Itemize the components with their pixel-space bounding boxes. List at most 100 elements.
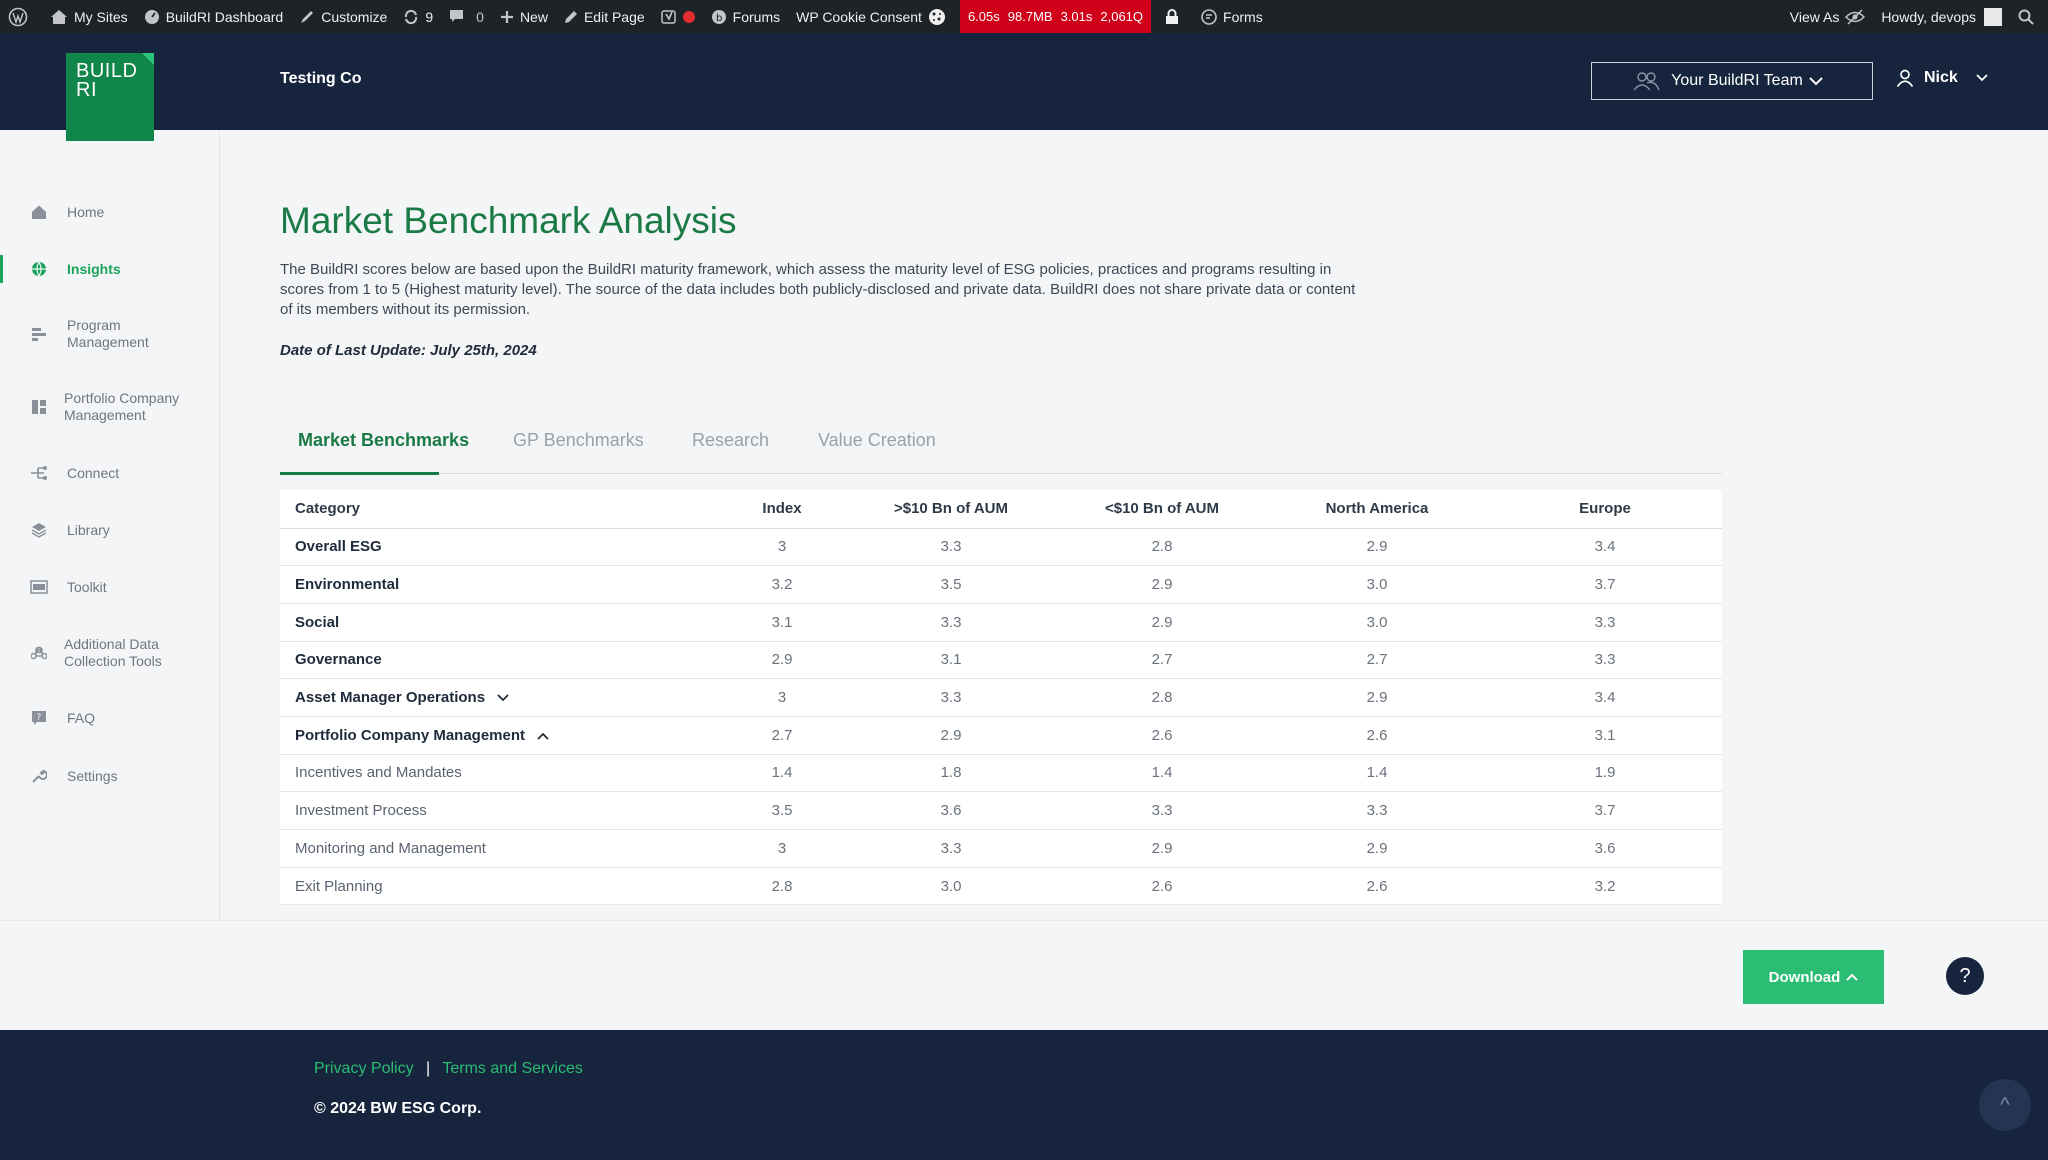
score-value: 3.5 bbox=[771, 802, 793, 820]
row-category: Monitoring and Management bbox=[280, 829, 720, 868]
company-name: Testing Co bbox=[280, 70, 362, 87]
sidebar-nav: Home Insights Program Management Portfol… bbox=[0, 130, 220, 920]
score-value: 1.4 bbox=[1151, 764, 1173, 782]
column-header: Index bbox=[720, 490, 844, 529]
chevron-down-icon[interactable] bbox=[497, 694, 509, 702]
brush-icon bbox=[301, 10, 314, 23]
admin-search-button[interactable] bbox=[2010, 0, 2048, 33]
score-value: 3.3 bbox=[1594, 613, 1616, 631]
my-sites-menu[interactable]: My Sites bbox=[42, 0, 136, 33]
row-value: 3.1 bbox=[844, 641, 1058, 680]
row-category: Exit Planning bbox=[280, 867, 720, 906]
row-category: Incentives and Mandates bbox=[280, 754, 720, 793]
table-row[interactable]: Portfolio Company Management 2.7 2.9 2.6 2.6… bbox=[280, 716, 1722, 755]
lock-menu[interactable] bbox=[1157, 0, 1193, 33]
row-value: 2.9 bbox=[844, 716, 1058, 755]
terms-link[interactable]: Terms and Services bbox=[442, 1060, 583, 1077]
comments-menu[interactable]: 0 bbox=[441, 0, 492, 33]
tab-research[interactable]: Research bbox=[692, 430, 769, 451]
row-value: 2.8 bbox=[1058, 678, 1266, 717]
avatar bbox=[1984, 7, 2002, 26]
row-value: 3.7 bbox=[1488, 791, 1722, 830]
updates-menu[interactable]: 9 bbox=[395, 0, 441, 33]
chevron-up-icon[interactable] bbox=[537, 732, 549, 740]
view-as-menu[interactable]: View As bbox=[1782, 0, 1874, 33]
plus-icon bbox=[500, 10, 513, 23]
logo-corner-accent bbox=[142, 53, 154, 65]
customize-menu[interactable]: Customize bbox=[291, 0, 395, 33]
score-value: 3.7 bbox=[1594, 576, 1616, 594]
score-value: 3.1 bbox=[1594, 726, 1616, 744]
row-value: 3.6 bbox=[844, 791, 1058, 830]
help-button[interactable]: ? bbox=[1946, 957, 1984, 995]
score-value: 1.9 bbox=[1594, 764, 1616, 782]
row-value: 2.8 bbox=[720, 867, 844, 906]
new-content-menu[interactable]: New bbox=[492, 0, 556, 33]
row-category: Portfolio Company Management bbox=[280, 716, 720, 755]
column-header: Category bbox=[280, 490, 720, 529]
score-value: 2.6 bbox=[1151, 877, 1173, 895]
tab-gp-benchmarks[interactable]: GP Benchmarks bbox=[513, 430, 644, 451]
table-row[interactable]: Asset Manager Operations 3 3.3 2.8 2.9 3.4 bbox=[280, 678, 1722, 717]
row-value: 3.6 bbox=[1488, 829, 1722, 868]
yoast-seo-menu[interactable] bbox=[653, 0, 703, 33]
download-button[interactable]: Download bbox=[1743, 950, 1884, 1004]
row-value: 1.9 bbox=[1488, 754, 1722, 793]
score-value: 3.1 bbox=[940, 651, 962, 669]
score-value: 1.8 bbox=[940, 764, 962, 782]
forums-menu[interactable]: b Forums bbox=[703, 0, 788, 33]
row-category: Overall ESG bbox=[280, 528, 720, 567]
score-value: 3 bbox=[777, 689, 787, 707]
category-label: Portfolio Company Management bbox=[295, 726, 526, 744]
row-category: Investment Process bbox=[280, 791, 720, 830]
score-value: 2.7 bbox=[1366, 651, 1388, 669]
your-team-dropdown[interactable]: Your BuildRI Team bbox=[1591, 62, 1873, 100]
privacy-policy-link[interactable]: Privacy Policy bbox=[314, 1060, 414, 1077]
row-value: 2.6 bbox=[1058, 867, 1266, 906]
dashboard-menu[interactable]: BuildRI Dashboard bbox=[136, 0, 292, 33]
score-value: 2.8 bbox=[1151, 689, 1173, 707]
row-value: 3 bbox=[720, 528, 844, 567]
row-value: 3.2 bbox=[1488, 867, 1722, 906]
account-menu[interactable]: Howdy, devops bbox=[1873, 0, 2010, 33]
cookie-consent-menu[interactable]: WP Cookie Consent bbox=[788, 0, 954, 33]
score-value: 2.9 bbox=[771, 651, 793, 669]
score-value: 2.7 bbox=[1151, 651, 1173, 669]
search-icon bbox=[2018, 9, 2034, 25]
category-label: Governance bbox=[295, 651, 382, 669]
row-value: 1.4 bbox=[1266, 754, 1488, 793]
forms-icon bbox=[1201, 8, 1217, 25]
comment-icon bbox=[450, 10, 464, 22]
score-value: 3.6 bbox=[940, 802, 962, 820]
score-value: 3 bbox=[777, 538, 787, 556]
row-value: 1.4 bbox=[1058, 754, 1266, 793]
table-row: Environmental 3.2 3.5 2.9 3.0 3.7 bbox=[280, 565, 1722, 604]
edit-page-link[interactable]: Edit Page bbox=[556, 0, 653, 33]
buildri-logo[interactable]: BUILD RI bbox=[66, 53, 154, 141]
refresh-icon bbox=[405, 9, 418, 24]
site-header: BUILD RI Testing Co Your BuildRI Team Ni… bbox=[0, 33, 2048, 141]
score-value: 2.9 bbox=[1151, 576, 1173, 594]
user-menu[interactable]: Nick bbox=[1896, 69, 1988, 87]
forms-menu[interactable]: Forms bbox=[1193, 0, 1271, 33]
score-value: 2.9 bbox=[1366, 839, 1388, 857]
row-value: 2.7 bbox=[1266, 641, 1488, 680]
footer-links: Privacy Policy | Terms and Services bbox=[314, 1060, 583, 1078]
bars-icon bbox=[30, 325, 48, 343]
row-value: 2.9 bbox=[1058, 829, 1266, 868]
tab-value-creation[interactable]: Value Creation bbox=[818, 430, 936, 451]
row-value: 3.3 bbox=[1488, 603, 1722, 642]
row-value: 3.4 bbox=[1488, 528, 1722, 567]
scroll-to-top-button[interactable]: ^ bbox=[1979, 1079, 2031, 1131]
wordpress-logo-button[interactable] bbox=[0, 0, 42, 33]
globe-icon bbox=[30, 260, 48, 278]
row-value: 2.8 bbox=[1058, 528, 1266, 567]
table-row: Governance 2.9 3.1 2.7 2.7 3.3 bbox=[280, 641, 1722, 680]
pencil-icon bbox=[564, 10, 577, 23]
query-monitor-stats[interactable]: 6.05s 98.7MB 3.01s 2,061Q bbox=[959, 0, 1152, 33]
row-value: 2.9 bbox=[720, 641, 844, 680]
tab-market-benchmarks[interactable]: Market Benchmarks bbox=[298, 430, 469, 451]
last-update-date: Date of Last Update: July 25th, 2024 bbox=[280, 342, 537, 359]
score-value: 3.2 bbox=[1594, 877, 1616, 895]
score-value: 3.3 bbox=[1594, 651, 1616, 669]
